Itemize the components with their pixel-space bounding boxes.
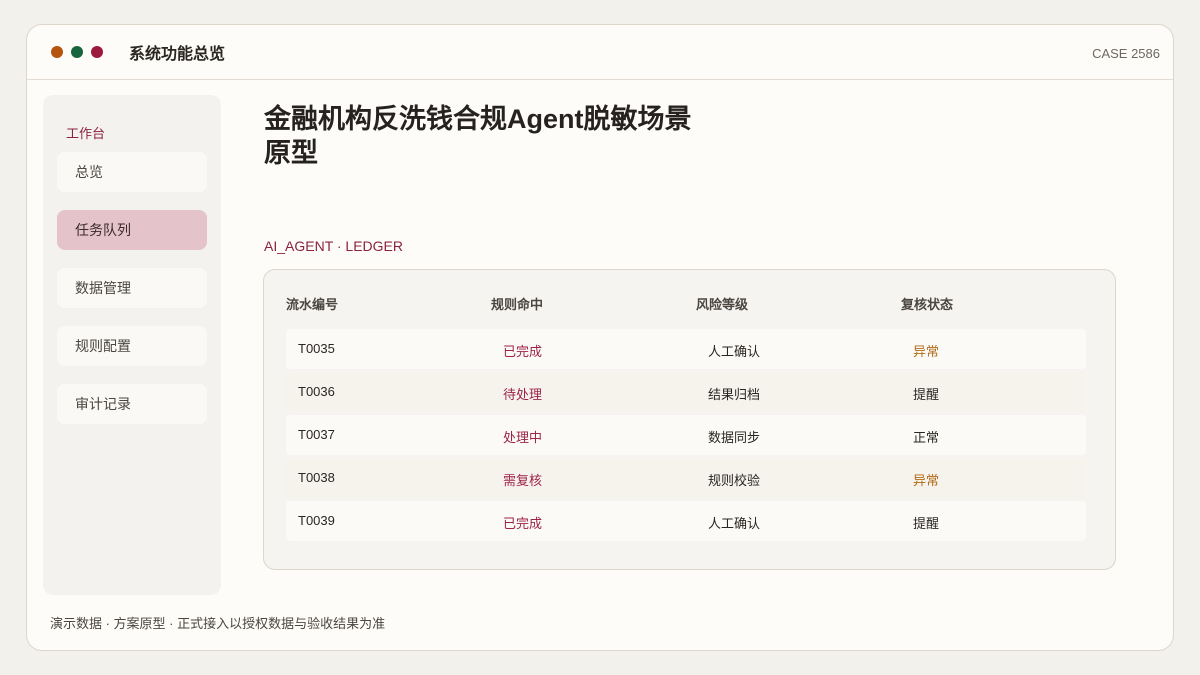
- sidebar-item-label: 规则配置: [75, 338, 131, 354]
- window-controls: [51, 46, 103, 58]
- sidebar-item-overview[interactable]: 总览: [57, 152, 207, 192]
- maximize-window-dot[interactable]: [91, 46, 103, 58]
- table-row[interactable]: T0035 已完成 人工确认 异常: [286, 329, 1086, 369]
- sidebar-item-data-management[interactable]: 数据管理: [57, 268, 207, 308]
- sidebar-item-label: 数据管理: [75, 280, 131, 296]
- cell-id: T0036: [298, 384, 335, 399]
- cell-id: T0037: [298, 427, 335, 442]
- sidebar-item-audit-log[interactable]: 审计记录: [57, 384, 207, 424]
- page-subtitle: AI_AGENT · LEDGER: [264, 238, 404, 254]
- table-row[interactable]: T0036 待处理 结果归档 提醒: [286, 372, 1086, 412]
- column-header-id: 流水编号: [286, 297, 339, 312]
- sidebar-item-task-queue[interactable]: 任务队列: [57, 210, 207, 250]
- sidebar-heading: 工作台: [66, 126, 106, 141]
- cell-rule: 待处理: [503, 387, 543, 402]
- column-header-status: 复核状态: [901, 297, 954, 312]
- table-header: 流水编号 规则命中 风险等级 复核状态: [286, 294, 1086, 314]
- sidebar-item-label: 总览: [75, 164, 103, 180]
- sidebar: 工作台 总览 任务队列 数据管理 规则配置 审计记录: [43, 95, 221, 595]
- case-id-label: CASE 2586: [1092, 46, 1160, 61]
- cell-status: 提醒: [913, 516, 940, 531]
- column-header-rule: 规则命中: [491, 297, 544, 312]
- cell-id: T0035: [298, 341, 335, 356]
- sidebar-item-label: 任务队列: [75, 222, 131, 238]
- cell-status: 异常: [913, 473, 940, 488]
- cell-risk: 人工确认: [708, 516, 761, 531]
- cell-status: 正常: [913, 430, 940, 445]
- page-title: 金融机构反洗钱合规Agent脱敏场景原型: [264, 104, 692, 168]
- footer-note: 演示数据 · 方案原型 · 正式接入以授权数据与验收结果为准: [50, 616, 386, 631]
- cell-risk: 结果归档: [708, 387, 761, 402]
- column-header-risk: 风险等级: [696, 297, 749, 312]
- cell-rule: 处理中: [503, 430, 543, 445]
- cell-risk: 人工确认: [708, 344, 761, 359]
- title-bar: 系统功能总览 CASE 2586: [27, 25, 1173, 80]
- cell-rule: 已完成: [503, 516, 543, 531]
- minimize-window-dot[interactable]: [71, 46, 83, 58]
- cell-status: 提醒: [913, 387, 940, 402]
- close-window-dot[interactable]: [51, 46, 63, 58]
- cell-risk: 规则校验: [708, 473, 761, 488]
- cell-rule: 已完成: [503, 344, 543, 359]
- cell-id: T0039: [298, 513, 335, 528]
- table-row[interactable]: T0039 已完成 人工确认 提醒: [286, 501, 1086, 541]
- cell-risk: 数据同步: [708, 430, 761, 445]
- sidebar-item-rule-config[interactable]: 规则配置: [57, 326, 207, 366]
- sidebar-item-label: 审计记录: [75, 396, 131, 412]
- cell-status: 异常: [913, 344, 940, 359]
- cell-rule: 需复核: [503, 473, 543, 488]
- table-row[interactable]: T0038 需复核 规则校验 异常: [286, 458, 1086, 498]
- app-title: 系统功能总览: [129, 46, 226, 63]
- table-row[interactable]: T0037 处理中 数据同步 正常: [286, 415, 1086, 455]
- ledger-table: 流水编号 规则命中 风险等级 复核状态 T0035 已完成 人工确认 异常 T0…: [263, 269, 1116, 570]
- cell-id: T0038: [298, 470, 335, 485]
